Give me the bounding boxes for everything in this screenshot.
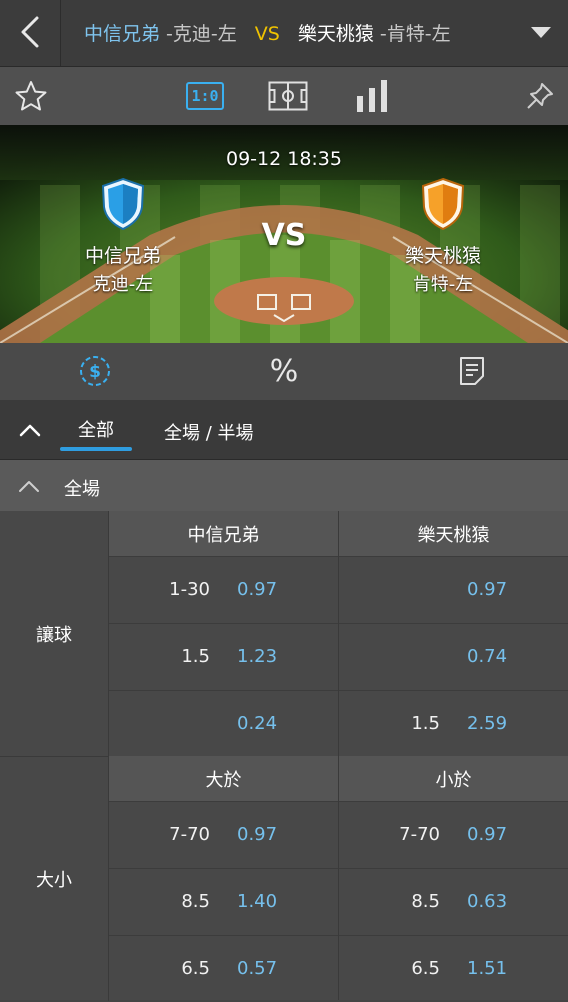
column-header-over: 大於 (109, 756, 338, 801)
pin-icon (527, 83, 553, 109)
away-pitcher: 肯特-左 (412, 274, 474, 295)
star-icon (15, 81, 47, 111)
back-button[interactable] (8, 10, 52, 54)
percent-icon: % (269, 353, 299, 389)
section-title: 全場 (64, 479, 100, 500)
filter-tab-all[interactable]: 全部 (78, 416, 114, 442)
home-team-name: 中信兄弟 (84, 245, 161, 267)
section-full-game-header[interactable]: 全場 (0, 460, 568, 511)
odds-cell-over-3[interactable]: 6.5 0.57 (109, 935, 338, 1002)
collapse-all-button[interactable] (14, 414, 46, 446)
odds-cell-handicap-away-2[interactable]: 0.74 (339, 623, 568, 690)
chevron-up-icon (19, 481, 39, 492)
odds-cell-handicap-home-1[interactable]: 1-30 0.97 (109, 556, 338, 623)
match-hero: 09-12 18:35 VS 中信兄弟 克迪-左 樂天桃猿 肯特-左 (0, 125, 568, 343)
toolbar: 1:0 (0, 67, 568, 125)
odds-grid: 讓球 中信兄弟 樂天桃猿 1-30 0.97 0.97 1.5 1.23 0.7… (0, 511, 568, 1002)
top-bar: 中信兄弟 -克迪-左 VS 樂天桃猿 -肯特-左 (0, 0, 568, 67)
odds-cell-over-1[interactable]: 7-70 0.97 (109, 801, 338, 868)
svg-text:$: $ (89, 362, 101, 382)
score-icon: 1:0 (186, 82, 224, 110)
filter-bar: 全部 全場 / 半場 (0, 400, 568, 460)
stats-button[interactable] (350, 75, 394, 117)
column-header-away: 樂天桃猿 (339, 511, 568, 556)
score-icon-label: 1:0 (191, 87, 219, 105)
tab-percent[interactable]: % (244, 349, 324, 393)
home-pitcher: 克迪-左 (92, 274, 154, 295)
away-pitcher-title: -肯特-左 (373, 23, 451, 45)
market-label-handicap: 讓球 (0, 511, 109, 756)
caret-down-icon (531, 27, 551, 38)
chevron-left-icon (21, 16, 39, 48)
column-header-under: 小於 (339, 756, 568, 801)
column-divider (338, 511, 339, 1000)
tab-odds[interactable]: $ (55, 349, 135, 393)
odds-cell-under-1[interactable]: 7-70 0.97 (339, 801, 568, 868)
favorite-button[interactable] (10, 75, 52, 117)
column-header-home: 中信兄弟 (109, 511, 338, 556)
match-title[interactable]: 中信兄弟 -克迪-左 VS 樂天桃猿 -肯特-左 (84, 19, 451, 46)
odds-cell-handicap-away-3[interactable]: 1.5 2.59 (339, 690, 568, 757)
field-view-button[interactable] (266, 75, 310, 117)
away-shield-icon (421, 177, 465, 231)
away-team-block: 樂天桃猿 肯特-左 (368, 177, 518, 296)
match-dropdown-button[interactable] (528, 22, 554, 44)
market-label-totals: 大小 (0, 756, 109, 1001)
odds-cell-over-2[interactable]: 8.5 1.40 (109, 868, 338, 935)
odds-cell-under-2[interactable]: 8.5 0.63 (339, 868, 568, 935)
market-type-tabs: $ % (0, 343, 568, 400)
dollar-coin-icon: $ (80, 356, 110, 386)
home-pitcher-title: -克迪-左 (160, 23, 237, 45)
divider (60, 0, 61, 66)
filter-tab-full-half[interactable]: 全場 / 半場 (164, 419, 254, 445)
bar-chart-icon (357, 80, 387, 112)
vs-label: VS (254, 23, 280, 45)
home-team-title: 中信兄弟 (84, 23, 161, 45)
active-tab-indicator (60, 447, 132, 451)
home-shield-icon (101, 177, 145, 231)
pin-button[interactable] (520, 75, 560, 117)
field-icon (268, 81, 308, 111)
match-datetime: 09-12 18:35 (225, 148, 342, 170)
scoreboard-button[interactable]: 1:0 (182, 75, 228, 117)
tab-notes[interactable] (432, 349, 512, 393)
odds-cell-handicap-home-2[interactable]: 1.5 1.23 (109, 623, 338, 690)
odds-cell-handicap-home-3[interactable]: 0.24 (109, 690, 338, 757)
odds-cell-handicap-away-1[interactable]: 0.97 (339, 556, 568, 623)
document-icon (460, 357, 484, 385)
odds-cell-under-3[interactable]: 6.5 1.51 (339, 935, 568, 1002)
home-team-block: 中信兄弟 克迪-左 (48, 177, 198, 296)
away-team-name: 樂天桃猿 (404, 245, 481, 267)
away-team-title: 樂天桃猿 (297, 23, 374, 45)
chevron-up-icon (19, 424, 41, 437)
